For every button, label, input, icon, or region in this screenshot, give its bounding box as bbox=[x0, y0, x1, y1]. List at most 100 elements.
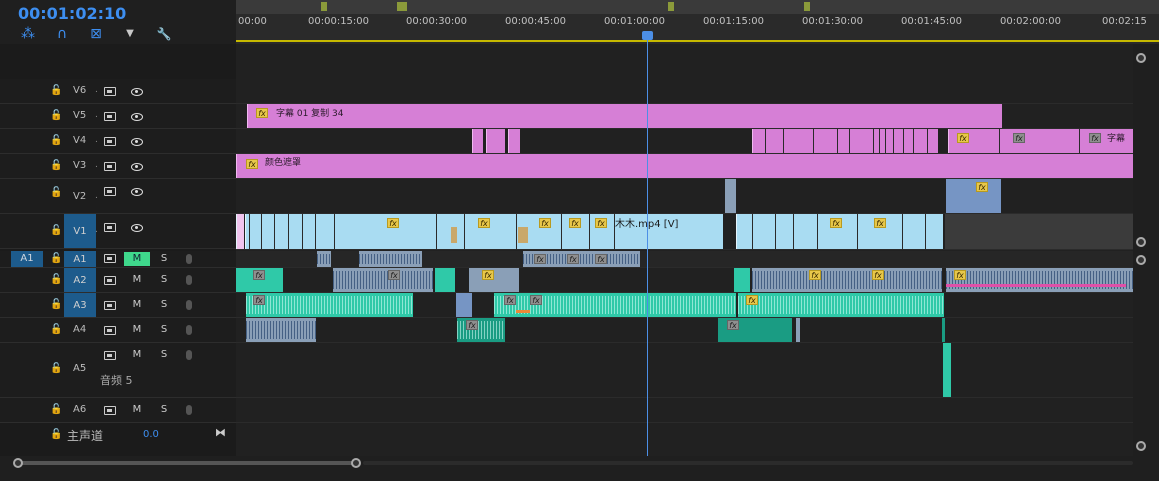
clip-audio-a1[interactable]: fx fx fx bbox=[523, 251, 640, 267]
clip-color-matte-v3[interactable]: fx 颜色遮罩 bbox=[236, 154, 1133, 178]
sync-lock-icon[interactable] bbox=[104, 162, 116, 171]
clip-title-v5[interactable]: fx 字幕 01 复制 34 bbox=[247, 104, 1002, 128]
clip-video-v1[interactable]: fx fx bbox=[736, 214, 943, 249]
linked-selection-icon[interactable]: ⊠ bbox=[87, 25, 105, 43]
clip-audio-a5[interactable] bbox=[943, 343, 951, 397]
scroll-handle[interactable] bbox=[1136, 237, 1146, 247]
lock-icon[interactable]: 🔓 bbox=[50, 110, 62, 121]
marker[interactable] bbox=[397, 2, 407, 11]
sync-lock-icon[interactable] bbox=[104, 187, 116, 196]
sync-lock-icon[interactable] bbox=[104, 254, 116, 263]
mic-icon[interactable] bbox=[186, 325, 192, 335]
clip-audio-a3[interactable]: fx bbox=[738, 293, 944, 317]
sync-lock-icon[interactable] bbox=[104, 223, 116, 232]
clip-audio-a1[interactable] bbox=[359, 251, 422, 267]
lock-icon[interactable]: 🔓 bbox=[50, 187, 62, 198]
mic-icon[interactable] bbox=[186, 254, 192, 264]
eye-icon[interactable] bbox=[131, 188, 143, 196]
lock-icon[interactable]: 🔓 bbox=[50, 85, 62, 96]
sync-lock-icon[interactable] bbox=[104, 87, 116, 96]
lock-icon[interactable]: 🔓 bbox=[50, 253, 62, 264]
eye-icon[interactable] bbox=[131, 113, 143, 121]
eye-icon[interactable] bbox=[131, 88, 143, 96]
sync-lock-icon[interactable] bbox=[104, 276, 116, 285]
mute-button[interactable]: M bbox=[124, 252, 150, 266]
sync-lock-icon[interactable] bbox=[104, 112, 116, 121]
eye-icon[interactable] bbox=[131, 224, 143, 232]
mic-icon[interactable] bbox=[186, 405, 192, 415]
work-area-bar[interactable] bbox=[236, 40, 1159, 42]
solo-button[interactable]: S bbox=[158, 299, 170, 310]
track-name-selected[interactable]: A3 bbox=[64, 293, 96, 317]
playhead-handle[interactable] bbox=[642, 31, 653, 40]
lock-icon[interactable]: 🔓 bbox=[50, 299, 62, 310]
add-marker-icon[interactable]: ▼ bbox=[121, 25, 139, 43]
clip-title-v4[interactable] bbox=[472, 129, 483, 153]
mute-button[interactable]: M bbox=[124, 348, 150, 362]
lock-icon[interactable]: 🔓 bbox=[50, 363, 62, 374]
clip-title-v4[interactable] bbox=[752, 129, 938, 153]
solo-button[interactable]: S bbox=[158, 324, 170, 335]
mic-icon[interactable] bbox=[186, 275, 192, 285]
clip-audio-a1[interactable] bbox=[317, 251, 331, 267]
clip-v2[interactable]: fx bbox=[946, 179, 1001, 213]
clip-audio-a3[interactable]: fx fx bbox=[494, 293, 736, 317]
clip-audio-a3[interactable] bbox=[456, 293, 472, 317]
clip-audio-a2[interactable]: fx bbox=[333, 268, 433, 292]
lock-icon[interactable]: 🔓 bbox=[50, 135, 62, 146]
clip-audio-a3[interactable]: fx bbox=[246, 293, 413, 317]
marker[interactable] bbox=[321, 2, 327, 11]
mic-icon[interactable] bbox=[186, 300, 192, 310]
clip-audio-a2[interactable]: fx bbox=[236, 268, 283, 292]
mute-button[interactable]: M bbox=[124, 298, 150, 312]
sync-lock-icon[interactable] bbox=[104, 137, 116, 146]
track-name-selected[interactable]: V1 bbox=[64, 214, 96, 248]
time-ruler[interactable]: 00:00 00:00:15:00 00:00:30:00 00:00:45:0… bbox=[236, 0, 1159, 44]
lock-icon[interactable]: 🔓 bbox=[50, 429, 62, 440]
clip-audio-a4[interactable] bbox=[796, 318, 800, 342]
horizontal-scrollbar[interactable] bbox=[13, 457, 1133, 469]
clip-v1[interactable] bbox=[236, 214, 244, 249]
source-patch-a1[interactable]: A1 bbox=[11, 251, 43, 267]
clip-audio-a4[interactable]: fx bbox=[718, 318, 792, 342]
link-icon[interactable]: ∩ bbox=[53, 25, 71, 43]
eye-icon[interactable] bbox=[131, 138, 143, 146]
scroll-handle-right[interactable] bbox=[351, 458, 361, 468]
scroll-thumb[interactable] bbox=[18, 461, 358, 465]
mute-button[interactable]: M bbox=[124, 403, 150, 417]
clip-audio-a4[interactable] bbox=[942, 318, 945, 342]
track-name-selected[interactable]: A2 bbox=[64, 268, 96, 292]
clip-audio-a2[interactable]: fx bbox=[946, 268, 1133, 292]
clip-audio-a2[interactable]: fx fx bbox=[752, 268, 942, 292]
marker[interactable] bbox=[668, 2, 674, 11]
marker[interactable] bbox=[804, 2, 810, 11]
clip-video-v1-offline[interactable] bbox=[945, 214, 1133, 249]
sync-lock-icon[interactable] bbox=[104, 406, 116, 415]
lock-icon[interactable]: 🔓 bbox=[50, 274, 62, 285]
solo-button[interactable]: S bbox=[158, 404, 170, 415]
scroll-handle[interactable] bbox=[1136, 441, 1146, 451]
sync-lock-icon[interactable] bbox=[104, 301, 116, 310]
clip-title-v4[interactable] bbox=[486, 129, 505, 153]
mute-button[interactable]: M bbox=[124, 273, 150, 287]
scroll-handle[interactable] bbox=[1136, 255, 1146, 265]
timeline-tracks[interactable]: fx 字幕 01 复制 34 fx fx fx 字幕 fx 颜色遮罩 fx fx… bbox=[236, 44, 1133, 456]
mic-icon[interactable] bbox=[186, 350, 192, 360]
wrench-icon[interactable]: 🔧 bbox=[155, 25, 173, 43]
playhead-line[interactable] bbox=[647, 36, 648, 456]
playhead-timecode[interactable]: 00:01:02:10 bbox=[18, 4, 126, 23]
clip-title-v4[interactable] bbox=[508, 129, 520, 153]
lock-icon[interactable]: 🔓 bbox=[50, 324, 62, 335]
sync-lock-icon[interactable] bbox=[104, 351, 116, 360]
eye-icon[interactable] bbox=[131, 163, 143, 171]
clip-title-v4[interactable]: fx fx fx 字幕 bbox=[948, 129, 1133, 153]
lock-icon[interactable]: 🔓 bbox=[50, 225, 62, 236]
master-volume-value[interactable]: 0.0 bbox=[143, 429, 159, 440]
clip-audio-a2[interactable] bbox=[734, 268, 750, 292]
lock-icon[interactable]: 🔓 bbox=[50, 160, 62, 171]
clip-audio-a4[interactable]: fx bbox=[457, 318, 505, 342]
scroll-handle-left[interactable] bbox=[13, 458, 23, 468]
vertical-scrollbar[interactable] bbox=[1136, 48, 1146, 451]
solo-button[interactable]: S bbox=[158, 349, 170, 360]
clip-v2[interactable] bbox=[725, 179, 736, 213]
